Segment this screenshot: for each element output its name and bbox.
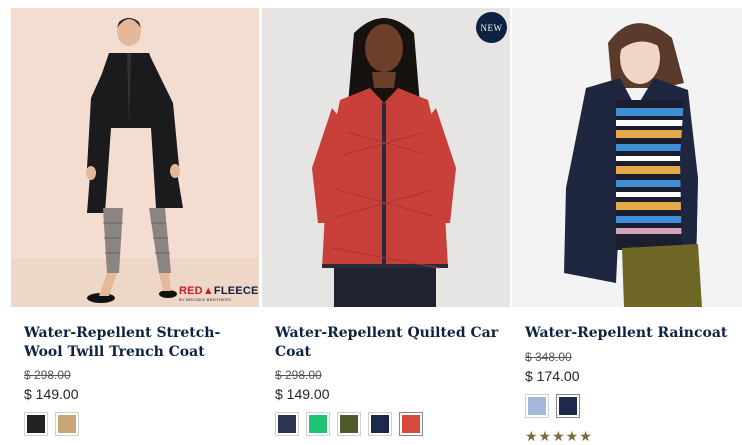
swatch-olive[interactable] (337, 412, 361, 436)
product-title[interactable]: Water-Repellent Raincoat (525, 324, 742, 343)
product-image[interactable] (11, 8, 259, 307)
product-image[interactable] (512, 8, 742, 307)
swatch-navy[interactable] (368, 412, 392, 436)
color-swatches (24, 412, 79, 436)
original-price: $ 298.00 (275, 368, 322, 382)
sale-price: $ 149.00 (24, 386, 79, 402)
price-block: $ 298.00 $ 149.00 (24, 368, 79, 403)
color-swatches (525, 394, 580, 418)
swatch-light-blue[interactable] (525, 394, 549, 418)
product-grid: RED▲FLEECE BY BROOKS BROTHERS Water-Repe… (0, 0, 742, 445)
swatch-green[interactable] (306, 412, 330, 436)
red-fleece-logo: RED▲FLEECE BY BROOKS BROTHERS (179, 285, 259, 303)
swatch-camel[interactable] (55, 412, 79, 436)
product-title[interactable]: Water-Repellent Stretch-Wool Twill Trenc… (24, 324, 249, 362)
product-card-trench-coat[interactable]: RED▲FLEECE BY BROOKS BROTHERS Water-Repe… (11, 8, 259, 442)
swatch-black[interactable] (24, 412, 48, 436)
sale-price: $ 149.00 (275, 386, 330, 402)
original-price: $ 298.00 (24, 368, 71, 382)
rating-stars: ★★★★★ (525, 429, 593, 445)
product-title[interactable]: Water-Repellent Quilted Car Coat (275, 324, 500, 362)
sale-price: $ 174.00 (525, 368, 580, 384)
product-image[interactable] (262, 8, 510, 307)
product-card-raincoat[interactable]: Water-Repellent Raincoat $ 348.00 $ 174.… (512, 8, 742, 445)
price-block: $ 298.00 $ 149.00 (275, 368, 330, 403)
swatch-navy-quilt[interactable] (275, 412, 299, 436)
product-card-quilted-car-coat[interactable]: NEW Water-Repellent Quilted Car Coat $ 2… (262, 8, 510, 442)
new-badge: NEW (476, 12, 507, 43)
swatch-navy[interactable] (556, 394, 580, 418)
color-swatches (275, 412, 423, 436)
price-block: $ 348.00 $ 174.00 (525, 350, 580, 385)
original-price: $ 348.00 (525, 350, 572, 364)
swatch-red[interactable] (399, 412, 423, 436)
